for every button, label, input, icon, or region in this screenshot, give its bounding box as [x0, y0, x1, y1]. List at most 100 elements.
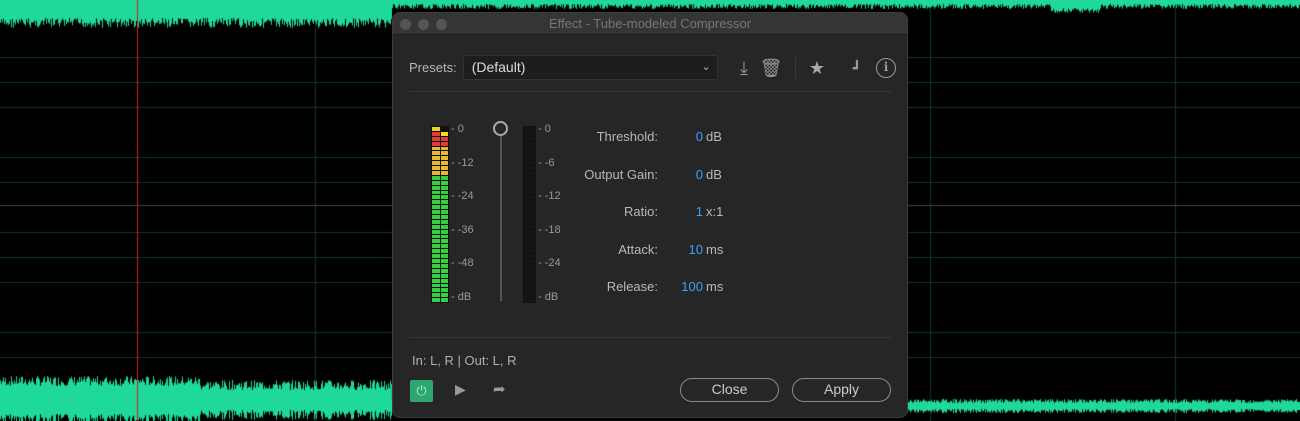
close-button[interactable]: Close: [680, 378, 779, 402]
meter-segment: [524, 151, 535, 156]
meter-segment: [432, 229, 440, 234]
save-preset-icon[interactable]: ⤓: [733, 58, 755, 79]
meter-segment: [524, 224, 535, 229]
scale-label: -12: [544, 190, 561, 203]
meter-segment: [440, 141, 448, 146]
param-row: Ratio: 1 x:1: [553, 204, 773, 224]
scale-tick: - -36: [451, 223, 474, 236]
scale-tick: - dB: [451, 291, 472, 303]
meter-segment: [440, 239, 448, 244]
meter-segment: [524, 215, 535, 219]
scale-label: -18: [544, 223, 561, 236]
meter-segment: [432, 239, 440, 244]
param-unit: ms: [706, 279, 724, 294]
meter-segment: [432, 141, 440, 146]
meter-segment: [432, 151, 440, 156]
power-toggle-icon[interactable]: ⏻: [410, 380, 433, 402]
meter-segment: [440, 263, 448, 268]
meter-segment: [432, 259, 440, 263]
meter-segment: [524, 141, 535, 146]
meter-segment: [432, 263, 440, 268]
meter-segment: [432, 156, 440, 161]
presets-dropdown[interactable]: (Default) ⌄: [462, 55, 718, 80]
meter-segment: [440, 283, 448, 288]
close-window-button[interactable]: [400, 19, 411, 30]
param-value[interactable]: 0: [696, 167, 703, 182]
effect-dialog: Effect - Tube-modeled Compressor Presets…: [392, 12, 908, 418]
info-icon[interactable]: i: [876, 58, 896, 78]
meter-segment: [524, 180, 535, 185]
meter-segment: [524, 229, 535, 234]
meter-segment: [440, 293, 448, 298]
meter-segment: [432, 273, 440, 278]
meter-segment: [524, 210, 535, 215]
meter-segment: [524, 263, 535, 268]
meter-segment: [440, 288, 448, 293]
preset-value: (Default): [471, 59, 526, 75]
minimize-window-button[interactable]: [418, 19, 429, 30]
meter-segment: [440, 215, 448, 219]
scale-label: 0: [544, 123, 551, 135]
meter-segment: [440, 195, 448, 200]
scale-tick: - -18: [538, 223, 561, 236]
play-icon[interactable]: ▶: [455, 381, 466, 398]
meter-segment: [524, 288, 535, 293]
meter-segment: [432, 224, 440, 229]
delete-preset-icon[interactable]: 🗑: [757, 58, 785, 79]
meter-segment: [524, 259, 535, 263]
meter-segment: [524, 127, 535, 131]
threshold-slider-handle[interactable]: [493, 121, 508, 136]
meter-segment: [440, 224, 448, 229]
param-value[interactable]: 1: [696, 204, 703, 219]
meter-segment: [524, 175, 535, 180]
meter-segment: [440, 200, 448, 205]
meter-segment: [440, 180, 448, 185]
param-label: Threshold:: [596, 129, 658, 144]
meter-segment: [432, 171, 440, 175]
scale-label: -36: [457, 223, 474, 236]
meter-segment: [524, 254, 535, 259]
param-label: Release:: [606, 279, 658, 294]
meter-segment: [432, 234, 440, 239]
routing-icon[interactable]: ┛: [846, 60, 868, 77]
param-unit: dB: [706, 166, 722, 182]
meter-segment: [440, 234, 448, 239]
param-value[interactable]: 100: [681, 279, 703, 294]
meter-segment: [440, 268, 448, 273]
param-value[interactable]: 0: [696, 129, 703, 144]
meter-segment: [524, 239, 535, 244]
favorite-star-icon[interactable]: ★: [806, 58, 828, 79]
meter-segment: [524, 298, 535, 303]
meter-segment: [432, 288, 440, 293]
meter-segment: [524, 166, 535, 171]
meter-segment: [524, 200, 535, 205]
meter-segment: [440, 278, 448, 283]
meter-segment: [524, 161, 535, 166]
meter-segment: [524, 190, 535, 195]
scale-label: 0: [457, 123, 464, 135]
zoom-window-button[interactable]: [436, 19, 447, 30]
meter-segment: [432, 161, 440, 166]
meter-segment: [440, 131, 448, 136]
apply-button[interactable]: Apply: [792, 378, 891, 402]
meter-segment: [440, 136, 448, 141]
meter-segment: [524, 249, 535, 254]
param-value[interactable]: 10: [689, 242, 703, 257]
title-bar[interactable]: Effect - Tube-modeled Compressor: [393, 13, 907, 35]
meter-segment: [440, 127, 448, 131]
meter-segment: [432, 166, 440, 171]
threshold-slider-track[interactable]: [500, 126, 502, 301]
meter-segment: [432, 249, 440, 254]
meter-segment: [440, 210, 448, 215]
meter-segment: [524, 278, 535, 283]
meter-segment: [440, 254, 448, 259]
scale-tick: - 0: [451, 123, 464, 135]
presets-label: Presets:: [409, 60, 457, 75]
param-row: Release: 100 ms: [553, 279, 773, 299]
meter-segment: [524, 185, 535, 190]
meter-segment: [524, 131, 535, 136]
scale-label: dB: [457, 291, 472, 303]
meter-segment: [432, 219, 440, 224]
meter-segment: [432, 185, 440, 190]
loop-playback-icon[interactable]: ➦: [493, 380, 506, 398]
